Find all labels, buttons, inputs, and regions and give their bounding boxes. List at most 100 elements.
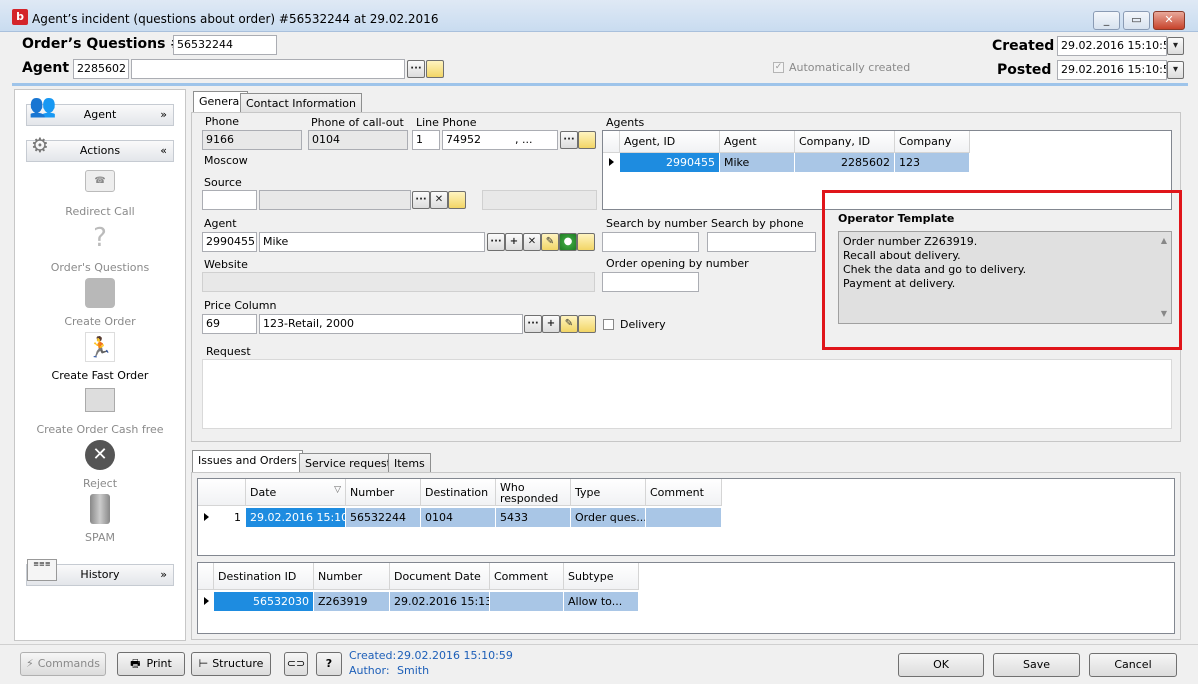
issues-cell[interactable]: [646, 508, 722, 527]
print-button[interactable]: 🖶 Print: [117, 652, 185, 676]
create-order-cash-free-action[interactable]: Create Order Cash free: [26, 388, 174, 436]
agent-card-icon[interactable]: [577, 233, 595, 251]
tab-contact-information[interactable]: Contact Information: [240, 93, 362, 113]
price-browse-button[interactable]: ···: [524, 315, 542, 333]
general-agent-name-field[interactable]: Mike: [259, 232, 485, 252]
order-questions-action[interactable]: ? Order's Questions: [26, 224, 174, 274]
save-button[interactable]: Save: [993, 653, 1080, 677]
agent-add-icon[interactable]: +: [505, 233, 523, 251]
issues-col-destination[interactable]: Destination: [421, 479, 496, 506]
docs-cell[interactable]: Z263919: [314, 592, 390, 611]
docs-cell[interactable]: 56532030: [214, 592, 314, 611]
close-button[interactable]: ✕: [1153, 11, 1185, 30]
phone-field[interactable]: 9166: [202, 130, 302, 150]
agents-col-agent[interactable]: Agent: [720, 131, 795, 153]
footer-author-value: Smith: [397, 664, 430, 677]
created-dropdown-icon[interactable]: ▾: [1167, 37, 1184, 55]
search-phone-label: Search by phone: [711, 217, 804, 230]
agent-name-field[interactable]: [131, 59, 405, 79]
agents-cell[interactable]: 2285602: [795, 153, 895, 172]
redirect-call-action[interactable]: ☎ Redirect Call: [26, 170, 174, 218]
price-card-icon[interactable]: [578, 315, 596, 333]
docs-cell[interactable]: 29.02.2016 15:13: [390, 592, 490, 611]
search-phone-field[interactable]: [707, 232, 816, 252]
minimize-button[interactable]: _: [1093, 11, 1120, 30]
order-opening-field[interactable]: [602, 272, 699, 292]
agent-clear-icon[interactable]: ✕: [523, 233, 541, 251]
help-button[interactable]: ?: [316, 652, 342, 676]
order-questions-field[interactable]: 56532244: [173, 35, 277, 55]
docs-cell[interactable]: Allow to...: [564, 592, 639, 611]
line-phone-browse-button[interactable]: ···: [560, 131, 578, 149]
delivery-checkbox[interactable]: [603, 319, 614, 330]
agent-section-label: Agent: [204, 217, 237, 230]
tab-issues-and-orders[interactable]: Issues and Orders: [192, 450, 303, 472]
docs-cell[interactable]: [490, 592, 564, 611]
ok-button[interactable]: OK: [898, 653, 984, 677]
issues-cell[interactable]: 56532244: [346, 508, 421, 527]
docs-col-comment[interactable]: Comment: [490, 563, 564, 590]
search-number-field[interactable]: [602, 232, 699, 252]
sidebar-actions-header[interactable]: ⚙ Actions «: [26, 135, 174, 162]
price-add-icon[interactable]: +: [542, 315, 560, 333]
spam-action[interactable]: SPAM: [26, 494, 174, 544]
app-logo-icon: b: [12, 9, 28, 25]
issues-col-type[interactable]: Type: [571, 479, 646, 506]
source-card-icon[interactable]: [448, 191, 466, 209]
agents-cell[interactable]: Mike: [720, 153, 795, 172]
agents-cell[interactable]: 2990455: [620, 153, 720, 172]
sidebar-agent-header[interactable]: 👥 Agent »: [26, 96, 174, 126]
reject-action[interactable]: ✕ Reject: [26, 440, 174, 490]
posted-field[interactable]: 29.02.2016 15:10:59: [1057, 60, 1167, 80]
footer-author-label: Author:: [349, 664, 390, 677]
issues-cell[interactable]: 5433: [496, 508, 571, 527]
issues-cell[interactable]: 29.02.2016 15:10: [246, 508, 346, 527]
tab-service-request[interactable]: Service request: [299, 453, 397, 473]
price-edit-icon[interactable]: ✎: [560, 315, 578, 333]
source-browse-button[interactable]: ···: [412, 191, 430, 209]
website-field[interactable]: [202, 272, 595, 292]
issues-col-date[interactable]: Date ▽: [246, 479, 346, 506]
general-agent-id-field[interactable]: 2990455: [202, 232, 257, 252]
docs-col-subtype[interactable]: Subtype: [564, 563, 639, 590]
create-fast-order-action[interactable]: 🏃 Create Fast Order: [26, 332, 174, 382]
agent-id-field[interactable]: 2285602: [73, 59, 129, 79]
agent-edit-icon[interactable]: ✎: [541, 233, 559, 251]
cancel-button[interactable]: Cancel: [1089, 653, 1177, 677]
docs-col-number[interactable]: Number: [314, 563, 390, 590]
issues-col-who-responded[interactable]: Who responded to: [496, 479, 571, 506]
commands-button[interactable]: ⚡ Commands: [20, 652, 106, 676]
agent-open-card-icon[interactable]: [426, 60, 444, 78]
docs-col-document-date[interactable]: Document Date: [390, 563, 490, 590]
line-phone-field[interactable]: 74952 , ...: [442, 130, 558, 150]
source-name-field[interactable]: [259, 190, 411, 210]
price-id-field[interactable]: 69: [202, 314, 257, 334]
created-field[interactable]: 29.02.2016 15:10:59: [1057, 36, 1167, 56]
tab-items[interactable]: Items: [388, 453, 431, 473]
line-phone-prefix-field[interactable]: 1: [412, 130, 440, 150]
line-phone-card-icon[interactable]: [578, 131, 596, 149]
agents-col-agent-id[interactable]: Agent, ID: [620, 131, 720, 153]
create-order-action[interactable]: Create Order: [26, 278, 174, 328]
posted-dropdown-icon[interactable]: ▾: [1167, 61, 1184, 79]
issues-col-comment[interactable]: Comment: [646, 479, 722, 506]
agents-col-company[interactable]: Company: [895, 131, 970, 153]
agents-col-company-id[interactable]: Company, ID: [795, 131, 895, 153]
attachment-button[interactable]: ⊂⊃: [284, 652, 308, 676]
source-clear-icon[interactable]: ✕: [430, 191, 448, 209]
issues-col-number[interactable]: Number: [346, 479, 421, 506]
price-name-field[interactable]: 123-Retail, 2000: [259, 314, 523, 334]
issues-cell[interactable]: Order ques...: [571, 508, 646, 527]
structure-button[interactable]: ⊢ Structure: [191, 652, 271, 676]
maximize-button[interactable]: ▭: [1123, 11, 1150, 30]
call-out-field[interactable]: 0104: [308, 130, 408, 150]
agents-cell[interactable]: 123: [895, 153, 970, 172]
agent-browse-button-2[interactable]: ···: [487, 233, 505, 251]
request-textarea[interactable]: [202, 359, 1172, 429]
issues-cell[interactable]: 0104: [421, 508, 496, 527]
docs-col-destination-id[interactable]: Destination ID: [214, 563, 314, 590]
source-id-field[interactable]: [202, 190, 257, 210]
agent-browse-button[interactable]: ···: [407, 60, 425, 78]
sidebar-history-header[interactable]: ≡≡≡ History »: [26, 559, 174, 586]
agent-call-icon[interactable]: ●: [559, 233, 577, 251]
